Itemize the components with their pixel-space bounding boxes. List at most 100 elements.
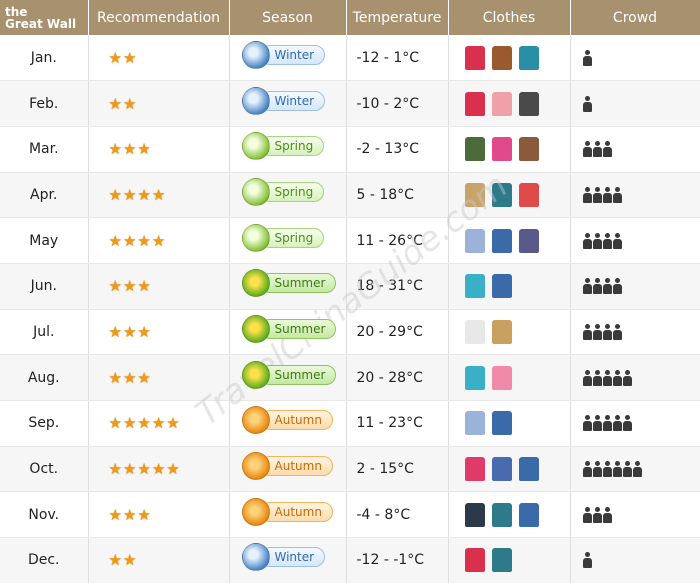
season-badge: Winter — [241, 40, 326, 69]
person-icon — [602, 278, 612, 295]
crowd-cell — [570, 309, 700, 356]
season-label: Autumn — [259, 456, 333, 477]
month-cell: Mar. — [0, 126, 89, 173]
month-cell: Nov. — [0, 491, 89, 539]
season-badge: Summer — [241, 269, 337, 298]
summer-season-icon — [241, 269, 270, 298]
recommendation-cell: ★★★ — [88, 491, 230, 539]
table-body: Jan. ★★ Winter -12 - 1°C Feb. ★★ Winter -10 - 2… — [0, 35, 700, 583]
knit-hat-icon — [518, 45, 539, 70]
table-row: Nov. ★★★ Autumn -4 - 8°C — [0, 491, 700, 539]
star-rating-icon: ★★ — [108, 551, 138, 570]
corner-line2: Great Wall — [5, 16, 77, 31]
person-icon — [592, 141, 602, 158]
person-icon — [612, 415, 622, 432]
person-icon — [612, 232, 622, 249]
season-cell: Autumn — [229, 400, 347, 447]
shirt-icon — [464, 228, 485, 253]
temperature-cell: -12 - 1°C — [346, 35, 449, 82]
down-jacket-icon — [464, 91, 485, 116]
temperature-cell: 20 - 29°C — [346, 309, 449, 356]
crowd-cell — [570, 172, 700, 219]
table-row: Jul. ★★★ Summer 20 - 29°C — [0, 309, 700, 356]
person-icon — [582, 369, 592, 386]
crowd-cell — [570, 80, 700, 127]
season-cell: Autumn — [229, 491, 347, 539]
crowd-cell — [570, 354, 700, 401]
temperature-cell: 11 - 23°C — [346, 400, 449, 447]
header-season: Season — [229, 0, 347, 35]
sun-hat-icon — [491, 365, 512, 390]
person-icon — [582, 552, 592, 569]
recommendation-cell: ★★★ — [88, 309, 230, 356]
jeans-icon — [491, 411, 512, 436]
season-label: Summer — [259, 273, 337, 294]
person-icon — [592, 461, 602, 478]
temperature-cell: -12 - -1°C — [346, 537, 449, 583]
jacket-icon — [464, 137, 485, 162]
person-icon — [592, 323, 602, 340]
person-icon — [592, 369, 602, 386]
shirt-icon — [464, 319, 485, 344]
person-icon — [592, 278, 602, 295]
clothes-cell — [448, 263, 571, 310]
star-rating-icon: ★★★ — [108, 368, 152, 387]
person-icon — [602, 506, 612, 523]
season-cell: Winter — [229, 537, 347, 583]
down-jacket-icon — [464, 45, 485, 70]
corner-line1: the — [5, 4, 28, 19]
person-icon — [612, 369, 622, 386]
shorts-icon — [491, 319, 512, 344]
star-rating-icon: ★★★ — [108, 505, 152, 524]
person-icon — [582, 415, 592, 432]
crowd-cell — [570, 126, 700, 173]
t-shirt-icon — [464, 274, 485, 299]
jeans-icon — [491, 274, 512, 299]
corner-header: the Great Wall — [0, 0, 89, 35]
person-icon — [582, 461, 592, 478]
sweater-icon — [491, 548, 512, 573]
season-cell: Summer — [229, 309, 347, 356]
season-badge: Spring — [241, 177, 325, 206]
star-rating-icon: ★★★★ — [108, 231, 167, 250]
jacket-icon — [518, 182, 539, 207]
clothes-cell — [448, 354, 571, 401]
person-icon — [582, 49, 592, 66]
star-rating-icon: ★★★★ — [108, 185, 167, 204]
recommendation-cell: ★★ — [88, 537, 230, 583]
month-cell: Feb. — [0, 80, 89, 127]
t-shirt-icon — [464, 365, 485, 390]
table-row: Apr. ★★★★ Spring 5 - 18°C — [0, 172, 700, 219]
star-rating-icon: ★★★★★ — [108, 460, 181, 479]
person-icon — [582, 141, 592, 158]
season-cell: Spring — [229, 172, 347, 219]
shoes-icon — [518, 137, 539, 162]
person-icon — [612, 323, 622, 340]
season-label: Autumn — [259, 410, 333, 431]
recommendation-cell: ★★★★★ — [88, 446, 230, 493]
person-icon — [602, 369, 612, 386]
person-icon — [592, 506, 602, 523]
season-badge: Winter — [241, 543, 326, 572]
recommendation-cell: ★★★★★ — [88, 400, 230, 447]
person-icon — [602, 141, 612, 158]
clothes-cell — [448, 80, 571, 127]
crowd-cell — [570, 446, 700, 493]
person-icon — [632, 461, 642, 478]
person-icon — [612, 278, 622, 295]
header-temperature: Temperature — [346, 0, 449, 35]
recommendation-cell: ★★ — [88, 80, 230, 127]
person-icon — [602, 415, 612, 432]
season-cell: Spring — [229, 126, 347, 173]
header-clothes: Clothes — [448, 0, 571, 35]
great-wall-travel-table: the Great Wall Recommendation Season Tem… — [0, 0, 700, 583]
season-label: Summer — [259, 318, 337, 339]
person-icon — [622, 415, 632, 432]
season-badge: Winter — [241, 86, 326, 115]
hoodie-icon — [491, 137, 512, 162]
clothes-cell — [448, 126, 571, 173]
person-icon — [582, 323, 592, 340]
season-cell: Summer — [229, 354, 347, 401]
month-cell: Apr. — [0, 172, 89, 219]
season-badge: Summer — [241, 360, 337, 389]
